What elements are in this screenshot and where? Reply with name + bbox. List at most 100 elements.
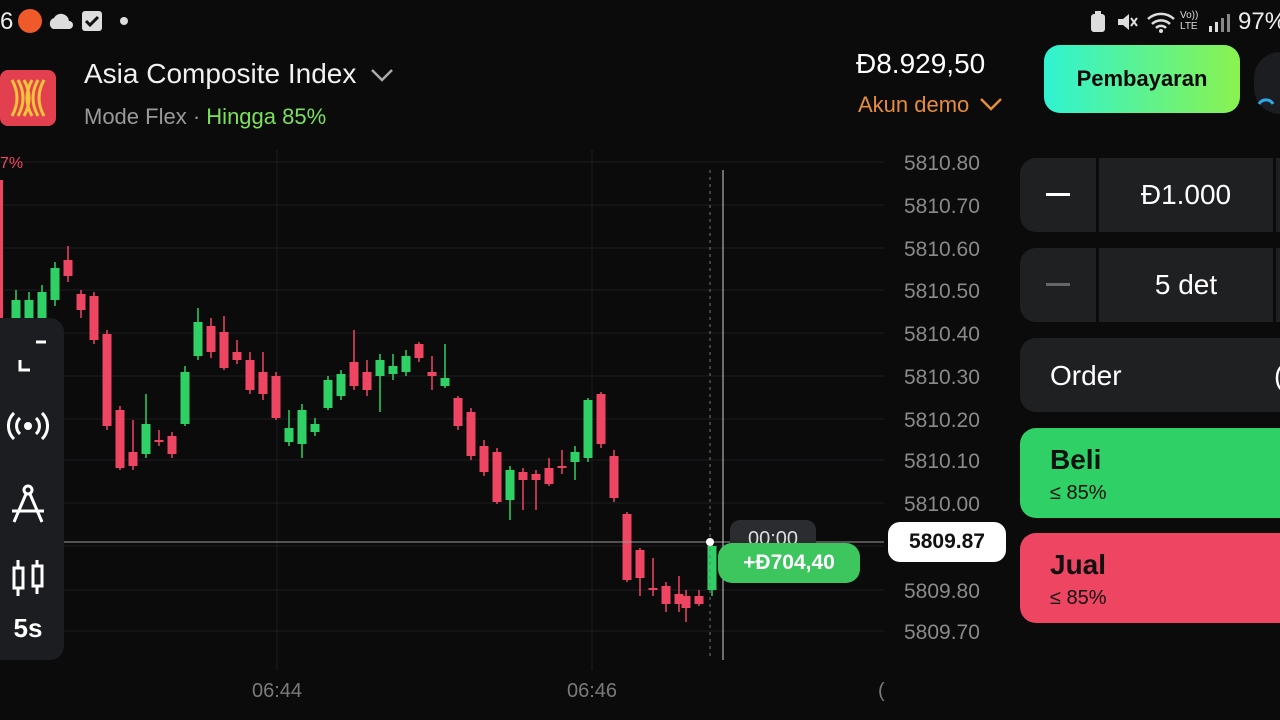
candle: [63, 246, 73, 282]
account-selector[interactable]: Akun demo: [858, 92, 1003, 118]
x-axis-label: 06:44: [252, 680, 302, 702]
asset-name: Asia Composite Index: [84, 58, 357, 89]
y-axis-label: 5810.60: [904, 238, 980, 261]
candle: [154, 430, 164, 446]
order-fragment: (: [1274, 360, 1280, 392]
status-fragment: 6: [0, 8, 14, 35]
candle: [232, 340, 242, 364]
candle: [362, 360, 372, 396]
fullscreen-button[interactable]: [0, 330, 56, 382]
candle: [245, 352, 255, 394]
chart-toolbar: 5s: [0, 318, 64, 660]
candle: [492, 448, 502, 504]
fullscreen-icon: [18, 340, 46, 372]
divider: [1273, 248, 1276, 322]
y-axis-label: 5810.30: [904, 366, 980, 389]
asset-flag-icon: [10, 79, 46, 117]
compass-icon: [12, 484, 44, 523]
x-axis-label: (: [878, 680, 885, 702]
battery-saver-icon: [1091, 11, 1105, 32]
candle: [310, 418, 320, 436]
duration-control: 5 det: [1020, 248, 1280, 322]
candle: [635, 548, 645, 596]
candle: [115, 406, 125, 470]
y-axis-label: 5810.00: [904, 493, 980, 516]
loading-icon: [1257, 98, 1275, 105]
order-label: Order: [1050, 360, 1122, 391]
candle: [258, 352, 268, 400]
candle: [505, 466, 515, 520]
order-button[interactable]: Order (: [1020, 338, 1280, 412]
candle: [323, 376, 333, 410]
candle: [531, 470, 541, 510]
candle: [102, 330, 112, 430]
profile-button[interactable]: [1254, 52, 1280, 114]
candle: [284, 410, 294, 446]
candle: [414, 342, 424, 362]
account-label: Akun demo: [858, 92, 970, 117]
checkbox-icon: [82, 11, 102, 31]
payout-label: Hingga 85%: [206, 104, 327, 129]
divider: [1273, 158, 1276, 232]
candle: [707, 540, 717, 596]
candle: [596, 392, 606, 448]
candle: [694, 590, 704, 606]
candle: [401, 350, 411, 376]
amount-decrease-button[interactable]: [1020, 158, 1096, 232]
x-axis-label: 06:46: [567, 680, 617, 702]
candle: [180, 366, 190, 426]
sell-label: Jual: [1050, 549, 1107, 580]
drawing-tools-button[interactable]: [0, 478, 56, 530]
candle: [518, 468, 528, 510]
candle: [50, 262, 60, 306]
candle: [128, 420, 138, 470]
candle: [193, 308, 203, 360]
y-axis-label: 5809.80: [904, 580, 980, 603]
current-price-dot: [706, 538, 714, 546]
candle: [375, 354, 385, 412]
buy-payout: ≤ 85%: [1050, 482, 1107, 504]
asset-logo[interactable]: [0, 70, 56, 126]
candle: [479, 440, 489, 476]
candle: [167, 432, 177, 458]
y-axis-label: 5809.70: [904, 621, 980, 644]
separator: ·: [192, 104, 201, 129]
y-axis-label: 5810.50: [904, 280, 980, 303]
signals-button[interactable]: [0, 400, 56, 452]
balance-amount: Đ8.929,50: [856, 48, 986, 79]
y-axis-label: 5810.70: [904, 195, 980, 218]
minus-icon: [1046, 283, 1070, 286]
wifi-icon: [1147, 12, 1175, 33]
y-axis-label: 5810.80: [904, 152, 980, 175]
candlestick-icon: [12, 560, 44, 596]
candle: [141, 394, 151, 458]
y-axis-label: 5810.20: [904, 409, 980, 432]
amount-control: Đ1.000: [1020, 158, 1280, 232]
duration-decrease-button[interactable]: [1020, 248, 1096, 322]
battery-level: 97%: [1238, 8, 1280, 35]
candle: [570, 446, 580, 480]
amount-input[interactable]: Đ1.000: [1099, 158, 1273, 232]
timeframe-button[interactable]: 5s: [0, 608, 56, 648]
duration-input[interactable]: 5 det: [1099, 248, 1273, 322]
profit-badge: +Đ704,40: [718, 543, 860, 583]
buy-button[interactable]: Beli ≤ 85%: [1020, 428, 1280, 518]
candle: [440, 344, 450, 388]
chart-grid: [0, 150, 884, 670]
y-axis-label: 5810.40: [904, 323, 980, 346]
candle: [219, 316, 229, 370]
volte-indicator: Vo)) LTE: [1180, 10, 1199, 32]
cloud-icon: [49, 13, 73, 29]
candlestick-series: [11, 246, 717, 622]
candle: [609, 450, 619, 502]
chart-type-button[interactable]: [0, 552, 56, 604]
chevron-down-icon: [980, 98, 1003, 111]
asset-selector[interactable]: Asia Composite Index: [84, 58, 394, 90]
sell-button[interactable]: Jual ≤ 85%: [1020, 533, 1280, 623]
price-chart[interactable]: 5810.80 5810.70 5810.60 5810.50 5810.40 5810.…: [0, 150, 1010, 720]
minus-icon: [1046, 193, 1070, 196]
buy-label: Beli: [1050, 444, 1102, 475]
status-bar: 6 Vo))LTE 97%: [0, 0, 1280, 44]
payment-button[interactable]: Pembayaran: [1044, 45, 1240, 113]
candle: [453, 396, 463, 430]
